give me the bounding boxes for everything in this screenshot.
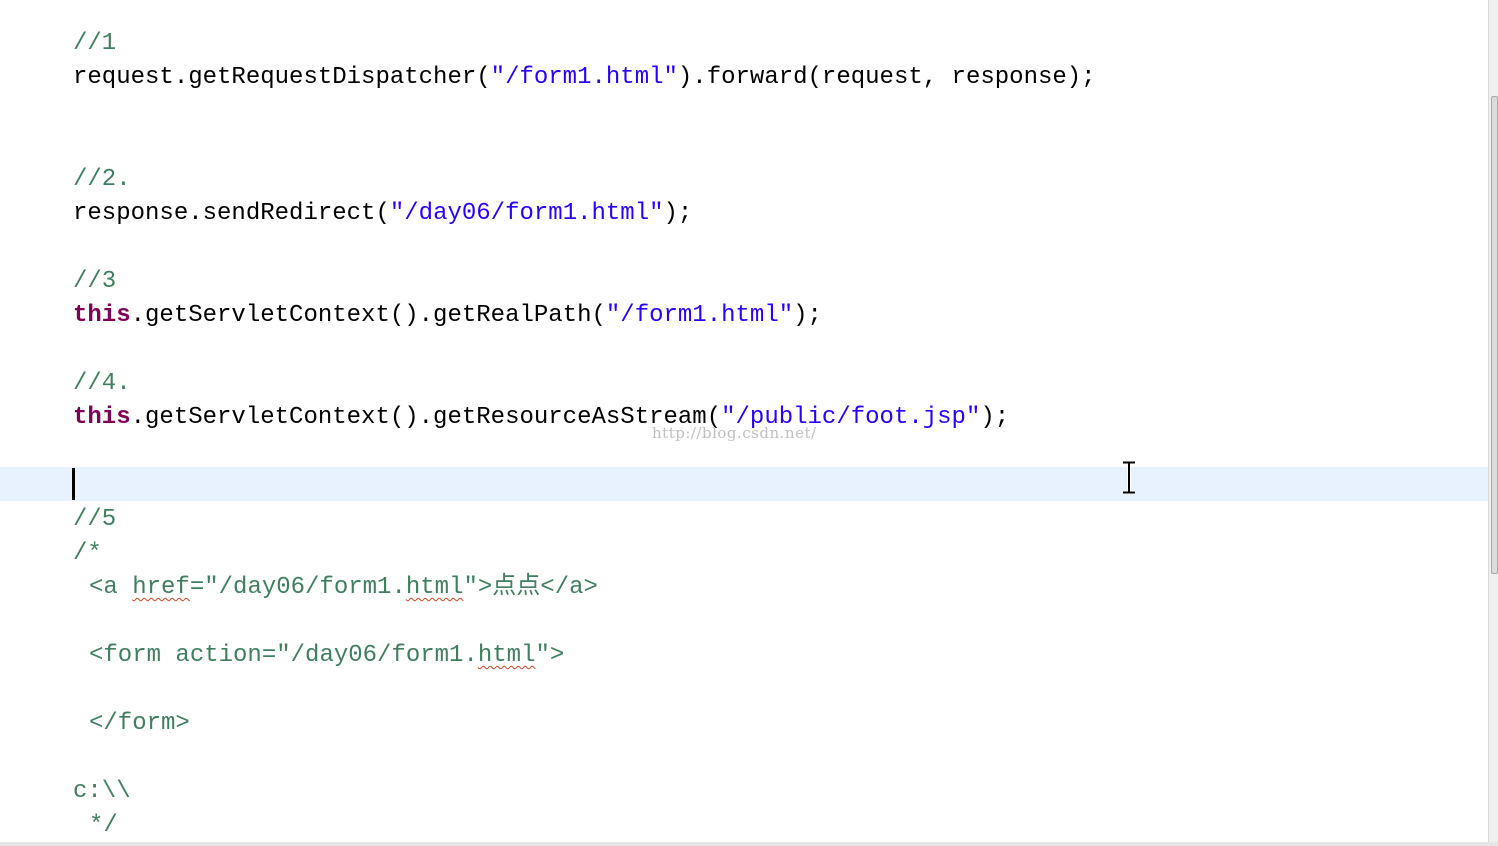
code-line-5: //3 xyxy=(0,265,1488,299)
code-line-14: c:\\ xyxy=(0,775,1488,809)
comment: //3 xyxy=(73,268,117,295)
spelling-warning-word: html xyxy=(477,642,536,669)
code-text: response.sendRedirect( xyxy=(73,200,390,227)
code-line-3: //2. xyxy=(0,163,1488,197)
code-text: .getServletContext().getResourceAsStream… xyxy=(130,404,722,431)
string-literal: "/form1.html" xyxy=(605,302,794,329)
code-line-4: response.sendRedirect("/day06/form1.html… xyxy=(0,197,1488,231)
comment: c:\\ xyxy=(73,778,131,805)
code-text: request.getRequestDispatcher( xyxy=(73,64,491,91)
comment: "> xyxy=(535,642,565,669)
comment: ">点点</a> xyxy=(463,574,598,601)
comment: ="/day06/form1. xyxy=(189,574,406,601)
ibeam-cursor-icon xyxy=(1123,461,1135,494)
text-caret xyxy=(72,468,75,500)
comment: //5 xyxy=(73,506,117,533)
watermark-url: http://blog.csdn.net/ xyxy=(652,424,817,442)
code-line-9: //5 xyxy=(0,503,1488,537)
string-literal: "/form1.html" xyxy=(490,64,678,91)
code-line-6: this.getServletContext().getRealPath("/f… xyxy=(0,299,1488,333)
code-line-2: request.getRequestDispatcher("/form1.htm… xyxy=(0,61,1488,95)
keyword: this xyxy=(73,404,131,431)
code-text: ); xyxy=(663,200,693,227)
code-line-12: <form action="/day06/form1.html"> xyxy=(0,639,1488,673)
string-literal: "/day06/form1.html" xyxy=(389,200,664,227)
spelling-warning-word: html xyxy=(405,574,464,601)
code-line-13: </form> xyxy=(0,707,1488,741)
bottom-edge xyxy=(0,842,1498,846)
current-line-highlight xyxy=(0,467,1488,501)
code-text: ).forward(request, response); xyxy=(677,64,1096,91)
comment: */ xyxy=(89,812,118,839)
spelling-warning-word: href xyxy=(132,574,190,601)
keyword: this xyxy=(73,302,131,329)
code-line-11: <a href="/day06/form1.html">点点</a> xyxy=(0,571,1488,605)
code-text: .getServletContext().getRealPath( xyxy=(130,302,606,329)
comment: <form action="/day06/form1. xyxy=(89,642,478,669)
comment: </form> xyxy=(89,710,190,737)
comment: //1 xyxy=(73,30,117,57)
comment: //2. xyxy=(73,166,131,193)
code-line-7: //4. xyxy=(0,367,1488,401)
code-line-10: /* xyxy=(0,537,1488,571)
comment: <a xyxy=(89,574,133,601)
code-text: ); xyxy=(793,302,822,329)
code-text: ); xyxy=(980,404,1010,431)
comment: //4. xyxy=(73,370,131,397)
vertical-scrollbar[interactable] xyxy=(1488,0,1498,846)
code-line-15: */ xyxy=(0,809,1488,842)
code-line-1: //1 xyxy=(0,27,1488,61)
code-editor[interactable]: //1 request.getRequestDispatcher("/form1… xyxy=(0,0,1488,842)
comment: /* xyxy=(73,540,102,567)
scrollbar-thumb[interactable] xyxy=(1491,96,1498,574)
